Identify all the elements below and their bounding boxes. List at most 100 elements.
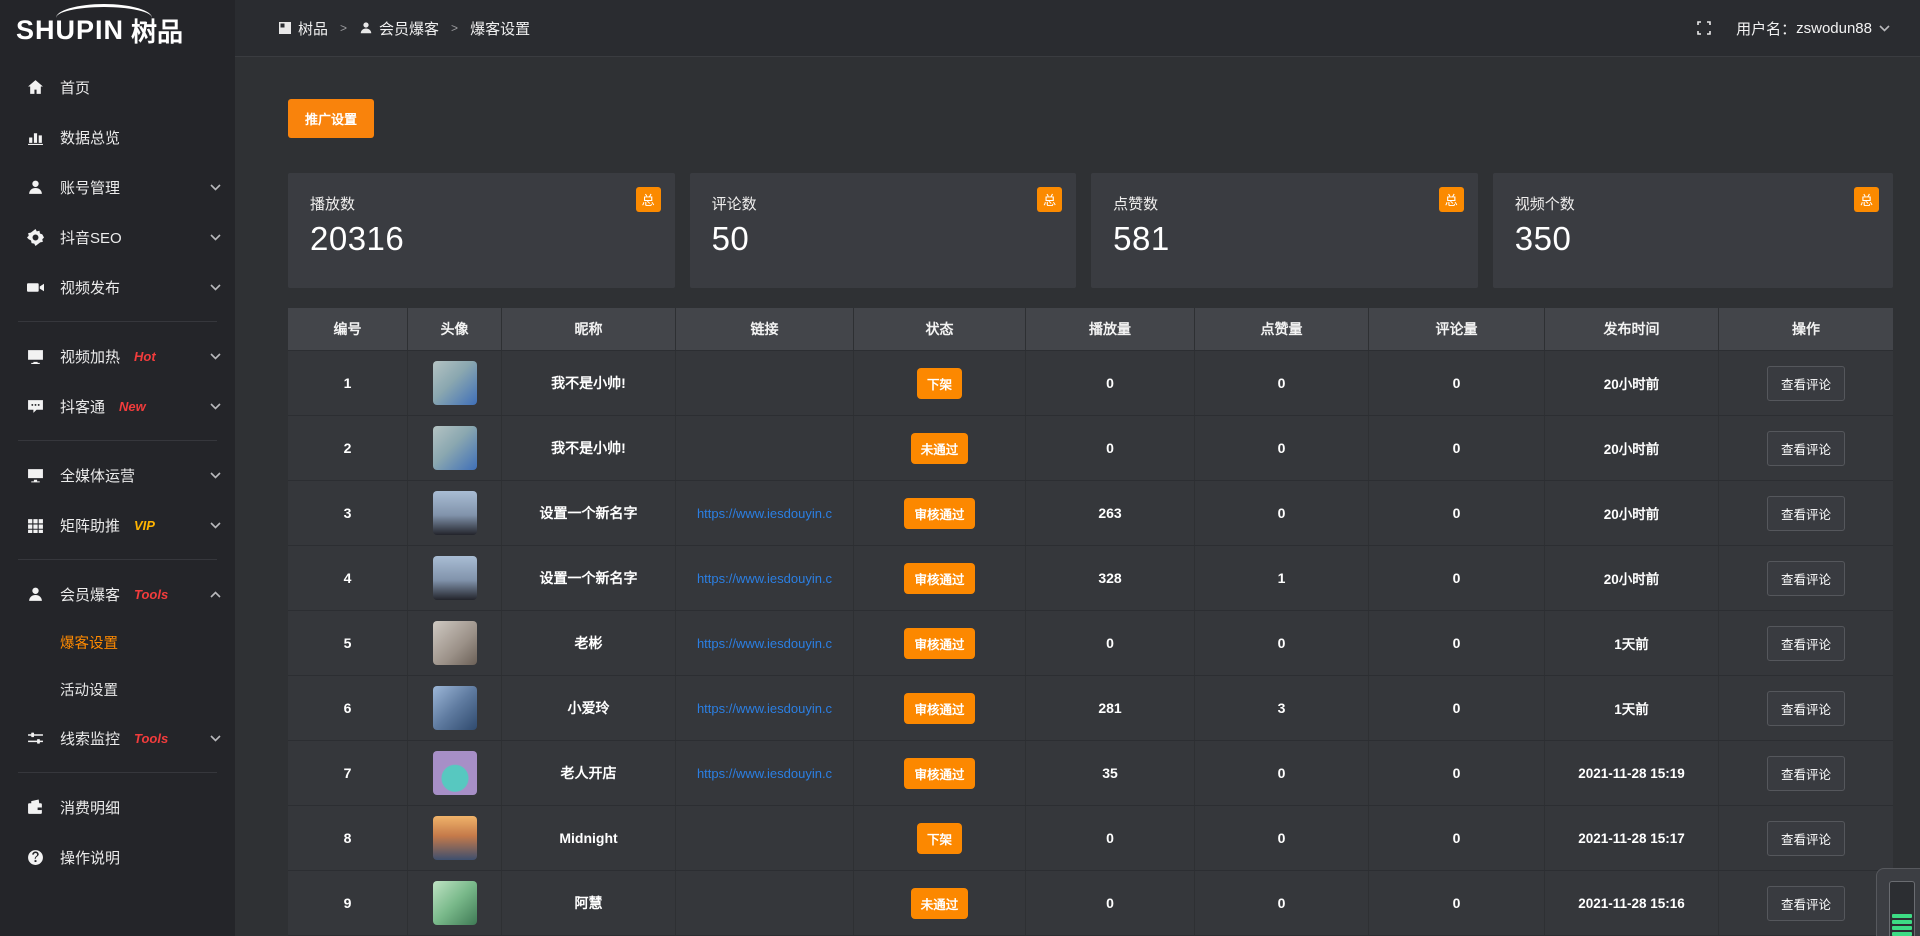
view-comments-button[interactable]: 查看评论 [1767,756,1845,791]
table-row: 9 阿慧 未通过 0 0 0 2021-11-28 15:16 查看评论 [288,871,1893,936]
comments-count: 0 [1368,806,1544,870]
link-cell: https://www.iesdouyin.c [675,676,853,740]
sidebar-item-lead-monitoring[interactable]: 线索监控 Tools [0,713,235,763]
avatar [433,686,477,730]
help-circle-icon [26,848,45,867]
likes-count: 1 [1194,546,1368,610]
sidebar-item-data-overview[interactable]: 数据总览 [0,112,235,162]
view-comments-button[interactable]: 查看评论 [1767,691,1845,726]
sidebar-item-label: 线索监控 [60,728,120,749]
comments-count: 0 [1368,741,1544,805]
nickname: 设置一个新名字 [501,546,675,610]
sidebar-item-label: 视频加热 [60,346,120,367]
link-cell: https://www.iesdouyin.c [675,481,853,545]
avatar-cell [407,806,501,870]
view-comments-button[interactable]: 查看评论 [1767,366,1845,401]
action-cell: 查看评论 [1718,416,1893,480]
publish-time: 2021-11-28 15:17 [1544,806,1718,870]
sidebar-item-video-heating[interactable]: 视频加热 Hot [0,331,235,381]
avatar [433,556,477,600]
row-number: 4 [288,546,407,610]
sidebar-item-label: 抖客通 [60,396,105,417]
logo-arc-decoration [56,4,152,18]
total-badge: 总 [636,187,661,212]
nickname: 我不是小帅! [501,351,675,415]
sidebar-item-account-management[interactable]: 账号管理 [0,162,235,212]
sidebar-item-label: 首页 [60,77,90,98]
stat-label: 评论数 [712,193,1055,214]
sidebar-item-consumption-details[interactable]: 消费明细 [0,782,235,832]
sidebar-subitem-baoke-settings[interactable]: 爆客设置 [0,619,235,666]
stat-label: 点赞数 [1113,193,1456,214]
sidebar-item-label: 会员爆客 [60,584,120,605]
total-badge: 总 [1439,187,1464,212]
fullscreen-icon[interactable] [1696,20,1712,36]
sidebar-item-member-baoke[interactable]: 会员爆客 Tools [0,569,235,619]
sliders-icon [26,729,45,748]
action-cell: 查看评论 [1718,611,1893,675]
plays-count: 281 [1025,676,1194,740]
plays-count: 328 [1025,546,1194,610]
row-number: 2 [288,416,407,480]
brand-logo[interactable]: SHUPIN 树品 [0,0,235,60]
sidebar-item-home[interactable]: 首页 [0,62,235,112]
avatar [433,751,477,795]
sidebar-item-omni-media[interactable]: 全媒体运营 [0,450,235,500]
breadcrumb-item-current: 爆客设置 [470,18,530,39]
sidebar-item-video-publish[interactable]: 视频发布 [0,262,235,312]
publish-time: 20小时前 [1544,481,1718,545]
comments-count: 0 [1368,416,1544,480]
user-menu[interactable]: 用户名： zswodun88 [1736,18,1890,39]
stat-value: 350 [1515,220,1871,258]
view-comments-button[interactable]: 查看评论 [1767,821,1845,856]
sidebar-item-instructions[interactable]: 操作说明 [0,832,235,882]
status-cell: 审核通过 [853,481,1025,545]
sidebar-subitem-activity-settings[interactable]: 活动设置 [0,666,235,713]
promo-settings-button[interactable]: 推广设置 [288,99,374,138]
table-row: 3 设置一个新名字 https://www.iesdouyin.c 审核通过 2… [288,481,1893,546]
floating-widget[interactable] [1876,868,1920,936]
sidebar-divider [18,321,217,322]
chevron-down-icon [210,234,221,241]
nickname: 我不是小帅! [501,416,675,480]
sidebar-item-douketong[interactable]: 抖客通 New [0,381,235,431]
video-link[interactable]: https://www.iesdouyin.c [697,701,832,716]
breadcrumb-item-member[interactable]: 会员爆客 [379,18,439,39]
avatar-cell [407,741,501,805]
likes-count: 0 [1194,871,1368,935]
view-comments-button[interactable]: 查看评论 [1767,626,1845,661]
likes-count: 0 [1194,611,1368,675]
status-badge: 审核通过 [904,693,974,724]
sidebar-item-douyin-seo[interactable]: 抖音SEO [0,212,235,262]
table-row: 6 小爱玲 https://www.iesdouyin.c 审核通过 281 3… [288,676,1893,741]
comments-count: 0 [1368,676,1544,740]
link-cell [675,416,853,480]
view-comments-button[interactable]: 查看评论 [1767,886,1845,921]
panel-icon [278,21,292,35]
likes-count: 0 [1194,806,1368,870]
top-bar: 树品 > 会员爆客 > 爆客设置 用户名： zswodun88 [235,0,1920,57]
avatar-cell [407,351,501,415]
breadcrumb-item-home[interactable]: 树品 [298,18,328,39]
breadcrumb-separator: > [340,21,347,35]
bar-chart-icon [26,128,45,147]
view-comments-button[interactable]: 查看评论 [1767,496,1845,531]
username-value: zswodun88 [1796,20,1872,37]
hot-badge: Hot [134,349,156,364]
view-comments-button[interactable]: 查看评论 [1767,431,1845,466]
member-icon [26,585,45,604]
sidebar-item-matrix-boost[interactable]: 矩阵助推 VIP [0,500,235,550]
status-badge: 下架 [917,368,962,399]
sidebar: SHUPIN 树品 首页 数据总览 账号管理 抖音SEO [0,0,235,936]
video-link[interactable]: https://www.iesdouyin.c [697,506,832,521]
wallet-icon [26,798,45,817]
plays-count: 0 [1025,416,1194,480]
view-comments-button[interactable]: 查看评论 [1767,561,1845,596]
video-camera-icon [26,278,45,297]
topbar-right: 用户名： zswodun88 [1696,18,1890,39]
avatar [433,621,477,665]
video-link[interactable]: https://www.iesdouyin.c [697,571,832,586]
video-link[interactable]: https://www.iesdouyin.c [697,766,832,781]
video-link[interactable]: https://www.iesdouyin.c [697,636,832,651]
home-icon [26,78,45,97]
